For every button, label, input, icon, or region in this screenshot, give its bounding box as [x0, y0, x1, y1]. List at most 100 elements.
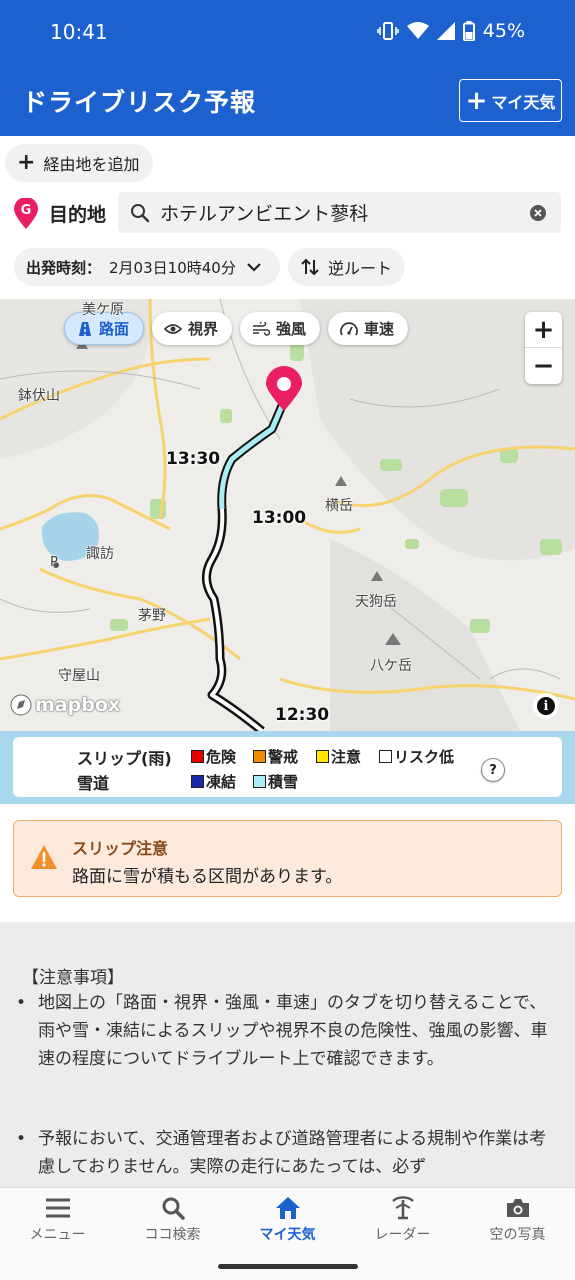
parking-label: P [50, 555, 58, 570]
alert-section: スリップ注意 路面に雪が積もる区間があります。 [0, 804, 575, 922]
departure-time-button[interactable]: 出発時刻： 2月03日10時40分 [14, 248, 280, 286]
nav-sky-photos[interactable]: 空の写真 [460, 1196, 575, 1244]
legend-item-warning: 警戒 [253, 746, 298, 767]
route-map[interactable]: 路面 視界 強風 車速 + − 美ケ原 鉢伏山 諏訪 茅野 守屋山 横岳 天狗岳… [0, 299, 575, 731]
status-time: 10:41 [50, 20, 108, 44]
legend-swatch [253, 750, 266, 763]
legend-slip-title: スリップ(雨) [77, 749, 172, 768]
legend-item-label: 注意 [331, 748, 362, 766]
destination-label: 目的地 [49, 204, 107, 226]
legend-item-label: 警戒 [268, 748, 299, 766]
nav-radar-label: レーダー [374, 1227, 431, 1243]
zoom-out-button[interactable]: − [525, 348, 562, 384]
alert-title: スリップ注意 [72, 839, 169, 858]
tab-strong-wind-label: 強風 [276, 320, 307, 338]
place-label: 美ケ原 [82, 302, 124, 318]
wind-icon [253, 321, 271, 336]
menu-icon [45, 1198, 70, 1218]
search-icon [162, 1197, 185, 1220]
legend-swatch [379, 750, 392, 763]
wifi-icon [406, 22, 429, 39]
nav-sky-photos-label: 空の写真 [489, 1227, 546, 1243]
swap-vertical-icon [301, 258, 319, 276]
place-label: 天狗岳 [355, 594, 397, 610]
legend-band: スリップ(雨) 雪道 危険 警戒 注意 リスク低 凍結 積雪 ? [0, 731, 575, 804]
place-label: 諏訪 [86, 546, 114, 562]
zoom-in-button[interactable]: + [525, 312, 562, 348]
tab-vehicle-speed-label: 車速 [364, 320, 395, 338]
reverse-route-label: 逆ルート [328, 259, 393, 278]
nav-radar[interactable]: レーダー [345, 1196, 460, 1244]
legend-item-snow-cover: 積雪 [253, 771, 298, 792]
slip-alert: スリップ注意 路面に雪が積もる区間があります。 [13, 820, 562, 897]
alert-body: 路面に雪が積もる区間があります。 [72, 867, 343, 887]
warning-icon [31, 845, 57, 869]
route-time-label: 13:00 [252, 508, 307, 528]
legend-item-label: リスク低 [394, 748, 455, 766]
camera-icon [506, 1199, 529, 1217]
tab-road-surface-label: 路面 [99, 320, 130, 338]
place-label: 守屋山 [58, 668, 100, 684]
bottom-navigation: メニュー ココ検索 マイ天気 レーダー 空の写真 [0, 1187, 575, 1280]
mapbox-attribution: mapbox [35, 694, 121, 716]
clear-icon[interactable] [529, 204, 547, 222]
signal-icon [436, 22, 455, 40]
destination-value: ホテルアンビエント蓼科 [160, 203, 369, 225]
legend-item-frozen: 凍結 [191, 771, 236, 792]
nav-menu[interactable]: メニュー [0, 1196, 115, 1244]
zoom-controls: + − [525, 312, 562, 384]
legend-item-label: 危険 [206, 748, 237, 766]
status-bar: 10:41 45% [0, 0, 575, 66]
route-time-label: 13:30 [166, 449, 221, 469]
legend-swatch [191, 775, 204, 788]
nav-my-weather-label: マイ天気 [259, 1227, 316, 1243]
place-label: 横岳 [325, 498, 353, 514]
map-info-button[interactable]: i [533, 693, 559, 719]
departure-value: 2月03日10時40分 [109, 258, 236, 277]
note-item: 予報において、交通管理者および道路管理者による規制や作業は考慮しておりません。実… [16, 1125, 558, 1181]
tab-vehicle-speed[interactable]: 車速 [328, 312, 409, 345]
nav-local-search-label: ココ検索 [144, 1227, 201, 1243]
legend-swatch [191, 750, 204, 763]
legend-swatch [316, 750, 329, 763]
route-form: + 経由地を追加 G 目的地 ホテルアンビエント蓼科 出発時刻： 2月03日10… [0, 136, 575, 299]
home-icon [275, 1197, 300, 1219]
tab-visibility[interactable]: 視界 [152, 312, 233, 345]
add-waypoint-button[interactable]: + 経由地を追加 [5, 144, 154, 182]
search-icon [131, 203, 150, 222]
tab-visibility-label: 視界 [188, 320, 219, 338]
info-icon: i [537, 697, 555, 715]
svg-text:G: G [21, 203, 32, 218]
nav-my-weather[interactable]: マイ天気 [230, 1196, 345, 1244]
tab-strong-wind[interactable]: 強風 [240, 312, 321, 345]
battery-percent: 45% [482, 20, 525, 42]
destination-input[interactable]: ホテルアンビエント蓼科 [118, 192, 561, 233]
legend-swatch [253, 775, 266, 788]
vibrate-icon [376, 22, 399, 40]
chevron-down-icon [247, 263, 261, 272]
status-icons: 45% [376, 20, 525, 42]
plus-icon: + [17, 150, 36, 175]
page-title: ドライブリスク予報 [22, 88, 257, 117]
destination-pin-icon: G [14, 198, 38, 229]
legend-item-danger: 危険 [191, 746, 236, 767]
departure-label: 出発時刻： [26, 258, 102, 277]
legend-item-caution: 注意 [316, 746, 361, 767]
speedometer-icon [340, 321, 358, 335]
road-icon [79, 321, 91, 336]
nav-local-search[interactable]: ココ検索 [115, 1196, 230, 1244]
app-header: ドライブリスク予報 + マイ天気 [0, 66, 575, 136]
add-waypoint-label: 経由地を追加 [43, 155, 140, 174]
legend-snow-title: 雪道 [77, 774, 110, 793]
notes-title: 【注意事項】 [22, 968, 124, 988]
radar-icon [391, 1196, 414, 1220]
legend-item-label: 積雪 [268, 773, 299, 791]
battery-icon [462, 21, 475, 41]
place-label: 八ケ岳 [370, 658, 412, 674]
reverse-route-button[interactable]: 逆ルート [288, 248, 405, 286]
add-my-weather-button[interactable]: + マイ天気 [459, 79, 562, 122]
eye-icon [164, 323, 183, 334]
note-item: 地図上の「路面・視界・強風・車速」のタブを切り替えることで、雨や雪・凍結によるス… [16, 989, 558, 1073]
place-label: 茅野 [138, 608, 166, 624]
legend-help-button[interactable]: ? [481, 758, 505, 782]
